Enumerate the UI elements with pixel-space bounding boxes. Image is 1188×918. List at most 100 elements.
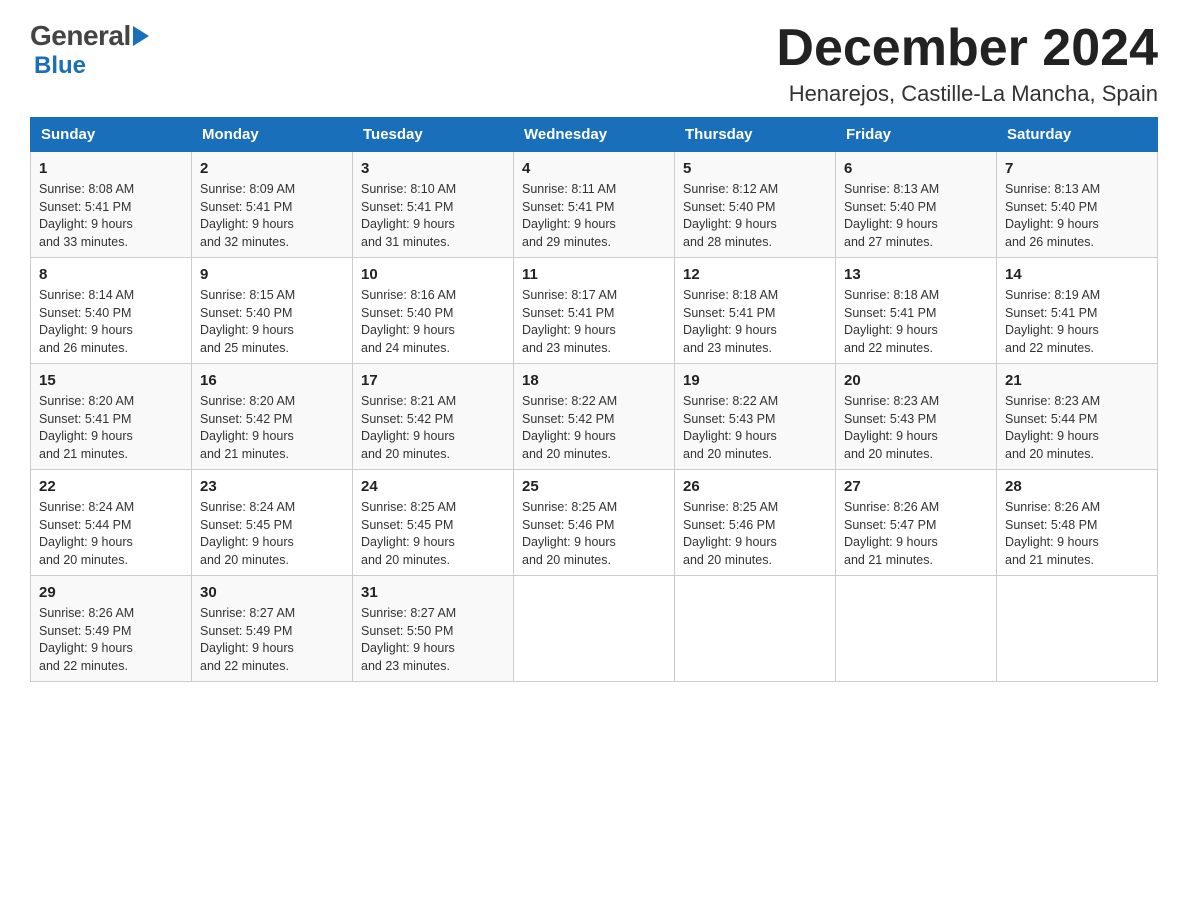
- calendar-cell: 28Sunrise: 8:26 AM Sunset: 5:48 PM Dayli…: [997, 470, 1158, 576]
- day-number: 5: [683, 158, 827, 179]
- day-info: Sunrise: 8:20 AM Sunset: 5:41 PM Dayligh…: [39, 393, 183, 463]
- day-number: 31: [361, 582, 505, 603]
- calendar-cell: 15Sunrise: 8:20 AM Sunset: 5:41 PM Dayli…: [31, 364, 192, 470]
- calendar-cell: 29Sunrise: 8:26 AM Sunset: 5:49 PM Dayli…: [31, 576, 192, 682]
- day-number: 3: [361, 158, 505, 179]
- day-info: Sunrise: 8:25 AM Sunset: 5:45 PM Dayligh…: [361, 499, 505, 569]
- day-number: 14: [1005, 264, 1149, 285]
- calendar-cell: 5Sunrise: 8:12 AM Sunset: 5:40 PM Daylig…: [675, 152, 836, 258]
- day-info: Sunrise: 8:18 AM Sunset: 5:41 PM Dayligh…: [683, 287, 827, 357]
- day-number: 11: [522, 264, 666, 285]
- title-area: December 2024 Henarejos, Castille-La Man…: [776, 20, 1158, 107]
- day-info: Sunrise: 8:21 AM Sunset: 5:42 PM Dayligh…: [361, 393, 505, 463]
- calendar-cell: 16Sunrise: 8:20 AM Sunset: 5:42 PM Dayli…: [192, 364, 353, 470]
- calendar-cell: 30Sunrise: 8:27 AM Sunset: 5:49 PM Dayli…: [192, 576, 353, 682]
- day-number: 12: [683, 264, 827, 285]
- month-title: December 2024: [776, 20, 1158, 77]
- calendar-cell: 31Sunrise: 8:27 AM Sunset: 5:50 PM Dayli…: [353, 576, 514, 682]
- calendar-cell: 17Sunrise: 8:21 AM Sunset: 5:42 PM Dayli…: [353, 364, 514, 470]
- day-number: 15: [39, 370, 183, 391]
- day-info: Sunrise: 8:24 AM Sunset: 5:45 PM Dayligh…: [200, 499, 344, 569]
- day-info: Sunrise: 8:11 AM Sunset: 5:41 PM Dayligh…: [522, 181, 666, 251]
- calendar-cell: [514, 576, 675, 682]
- day-number: 22: [39, 476, 183, 497]
- calendar-cell: 10Sunrise: 8:16 AM Sunset: 5:40 PM Dayli…: [353, 258, 514, 364]
- day-number: 16: [200, 370, 344, 391]
- calendar-week-1: 1Sunrise: 8:08 AM Sunset: 5:41 PM Daylig…: [31, 152, 1158, 258]
- calendar-week-5: 29Sunrise: 8:26 AM Sunset: 5:49 PM Dayli…: [31, 576, 1158, 682]
- day-info: Sunrise: 8:12 AM Sunset: 5:40 PM Dayligh…: [683, 181, 827, 251]
- day-info: Sunrise: 8:26 AM Sunset: 5:49 PM Dayligh…: [39, 605, 183, 675]
- day-number: 18: [522, 370, 666, 391]
- calendar-cell: [675, 576, 836, 682]
- day-number: 10: [361, 264, 505, 285]
- day-info: Sunrise: 8:17 AM Sunset: 5:41 PM Dayligh…: [522, 287, 666, 357]
- calendar-cell: 14Sunrise: 8:19 AM Sunset: 5:41 PM Dayli…: [997, 258, 1158, 364]
- day-info: Sunrise: 8:09 AM Sunset: 5:41 PM Dayligh…: [200, 181, 344, 251]
- calendar-cell: 11Sunrise: 8:17 AM Sunset: 5:41 PM Dayli…: [514, 258, 675, 364]
- day-info: Sunrise: 8:26 AM Sunset: 5:48 PM Dayligh…: [1005, 499, 1149, 569]
- header-thursday: Thursday: [675, 118, 836, 152]
- calendar-cell: 23Sunrise: 8:24 AM Sunset: 5:45 PM Dayli…: [192, 470, 353, 576]
- day-info: Sunrise: 8:13 AM Sunset: 5:40 PM Dayligh…: [844, 181, 988, 251]
- day-number: 7: [1005, 158, 1149, 179]
- header-tuesday: Tuesday: [353, 118, 514, 152]
- day-number: 8: [39, 264, 183, 285]
- day-number: 9: [200, 264, 344, 285]
- day-info: Sunrise: 8:23 AM Sunset: 5:43 PM Dayligh…: [844, 393, 988, 463]
- calendar-cell: 9Sunrise: 8:15 AM Sunset: 5:40 PM Daylig…: [192, 258, 353, 364]
- calendar-cell: 8Sunrise: 8:14 AM Sunset: 5:40 PM Daylig…: [31, 258, 192, 364]
- calendar-cell: 19Sunrise: 8:22 AM Sunset: 5:43 PM Dayli…: [675, 364, 836, 470]
- calendar-week-3: 15Sunrise: 8:20 AM Sunset: 5:41 PM Dayli…: [31, 364, 1158, 470]
- day-info: Sunrise: 8:23 AM Sunset: 5:44 PM Dayligh…: [1005, 393, 1149, 463]
- calendar-cell: 4Sunrise: 8:11 AM Sunset: 5:41 PM Daylig…: [514, 152, 675, 258]
- day-info: Sunrise: 8:19 AM Sunset: 5:41 PM Dayligh…: [1005, 287, 1149, 357]
- day-info: Sunrise: 8:26 AM Sunset: 5:47 PM Dayligh…: [844, 499, 988, 569]
- day-number: 21: [1005, 370, 1149, 391]
- calendar-cell: 13Sunrise: 8:18 AM Sunset: 5:41 PM Dayli…: [836, 258, 997, 364]
- day-info: Sunrise: 8:13 AM Sunset: 5:40 PM Dayligh…: [1005, 181, 1149, 251]
- day-info: Sunrise: 8:20 AM Sunset: 5:42 PM Dayligh…: [200, 393, 344, 463]
- calendar-cell: [997, 576, 1158, 682]
- calendar-cell: 24Sunrise: 8:25 AM Sunset: 5:45 PM Dayli…: [353, 470, 514, 576]
- calendar-cell: 12Sunrise: 8:18 AM Sunset: 5:41 PM Dayli…: [675, 258, 836, 364]
- day-info: Sunrise: 8:27 AM Sunset: 5:50 PM Dayligh…: [361, 605, 505, 675]
- day-number: 26: [683, 476, 827, 497]
- calendar-cell: 1Sunrise: 8:08 AM Sunset: 5:41 PM Daylig…: [31, 152, 192, 258]
- day-number: 20: [844, 370, 988, 391]
- day-number: 28: [1005, 476, 1149, 497]
- day-number: 2: [200, 158, 344, 179]
- header-friday: Friday: [836, 118, 997, 152]
- calendar-cell: [836, 576, 997, 682]
- calendar-cell: 3Sunrise: 8:10 AM Sunset: 5:41 PM Daylig…: [353, 152, 514, 258]
- calendar-header-row: SundayMondayTuesdayWednesdayThursdayFrid…: [31, 118, 1158, 152]
- day-info: Sunrise: 8:18 AM Sunset: 5:41 PM Dayligh…: [844, 287, 988, 357]
- day-info: Sunrise: 8:22 AM Sunset: 5:43 PM Dayligh…: [683, 393, 827, 463]
- calendar-cell: 20Sunrise: 8:23 AM Sunset: 5:43 PM Dayli…: [836, 364, 997, 470]
- day-info: Sunrise: 8:24 AM Sunset: 5:44 PM Dayligh…: [39, 499, 183, 569]
- calendar-cell: 21Sunrise: 8:23 AM Sunset: 5:44 PM Dayli…: [997, 364, 1158, 470]
- calendar-cell: 2Sunrise: 8:09 AM Sunset: 5:41 PM Daylig…: [192, 152, 353, 258]
- logo: General Blue: [30, 20, 155, 80]
- calendar-cell: 18Sunrise: 8:22 AM Sunset: 5:42 PM Dayli…: [514, 364, 675, 470]
- day-number: 27: [844, 476, 988, 497]
- day-info: Sunrise: 8:25 AM Sunset: 5:46 PM Dayligh…: [683, 499, 827, 569]
- calendar-cell: 6Sunrise: 8:13 AM Sunset: 5:40 PM Daylig…: [836, 152, 997, 258]
- day-number: 25: [522, 476, 666, 497]
- header-sunday: Sunday: [31, 118, 192, 152]
- logo-blue-text: Blue: [34, 52, 86, 79]
- day-number: 6: [844, 158, 988, 179]
- calendar-cell: 25Sunrise: 8:25 AM Sunset: 5:46 PM Dayli…: [514, 470, 675, 576]
- calendar-cell: 22Sunrise: 8:24 AM Sunset: 5:44 PM Dayli…: [31, 470, 192, 576]
- day-info: Sunrise: 8:14 AM Sunset: 5:40 PM Dayligh…: [39, 287, 183, 357]
- calendar-table: SundayMondayTuesdayWednesdayThursdayFrid…: [30, 117, 1158, 682]
- day-number: 29: [39, 582, 183, 603]
- header-wednesday: Wednesday: [514, 118, 675, 152]
- calendar-cell: 7Sunrise: 8:13 AM Sunset: 5:40 PM Daylig…: [997, 152, 1158, 258]
- calendar-cell: 26Sunrise: 8:25 AM Sunset: 5:46 PM Dayli…: [675, 470, 836, 576]
- day-number: 30: [200, 582, 344, 603]
- page-header: General Blue December 2024 Henarejos, Ca…: [30, 20, 1158, 107]
- day-number: 17: [361, 370, 505, 391]
- day-number: 19: [683, 370, 827, 391]
- header-monday: Monday: [192, 118, 353, 152]
